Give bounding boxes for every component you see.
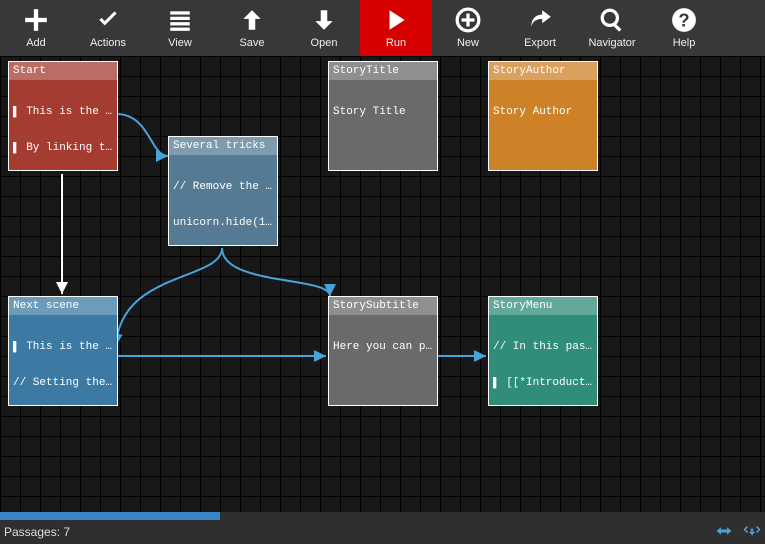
node-story-menu[interactable]: StoryMenu // In this pass… ▌ [[*Introduc…: [488, 296, 598, 406]
node-title: StoryTitle: [329, 62, 437, 80]
plus-icon: [23, 7, 49, 33]
horizontal-scrollbar[interactable]: [0, 512, 765, 520]
collapse-button[interactable]: [743, 524, 761, 541]
help-label: Help: [673, 37, 696, 49]
open-button[interactable]: Open: [288, 0, 360, 56]
scrollbar-thumb[interactable]: [0, 512, 220, 520]
vertical-scrollbar[interactable]: [755, 56, 765, 520]
new-button[interactable]: New: [432, 0, 504, 56]
status-bar: Passages: 7: [0, 520, 765, 544]
node-several-tricks[interactable]: Several tricks // Remove the s… unicorn.…: [168, 136, 278, 246]
actions-button[interactable]: Actions: [72, 0, 144, 56]
node-body: // Remove the s… unicorn.hide(10… // Sto…: [169, 155, 277, 246]
node-story-author[interactable]: StoryAuthor Story Author: [488, 61, 598, 171]
svg-text:?: ?: [678, 10, 689, 31]
arrow-up-icon: [239, 7, 265, 33]
help-button[interactable]: ? Help: [648, 0, 720, 56]
arrows-down-icon: [743, 524, 761, 538]
check-icon: [95, 7, 121, 33]
save-button[interactable]: Save: [216, 0, 288, 56]
node-body: // In this pass… ▌ [[*Introducti… // You…: [489, 315, 597, 406]
arrow-down-icon: [311, 7, 337, 33]
share-icon: [527, 7, 553, 33]
new-label: New: [457, 37, 479, 49]
node-title: StoryMenu: [489, 297, 597, 315]
run-button[interactable]: Run: [360, 0, 432, 56]
node-title: StorySubtitle: [329, 297, 437, 315]
add-button[interactable]: Add: [0, 0, 72, 56]
node-body: ▌ This is the n… // Setting the … effect…: [9, 315, 117, 406]
export-button[interactable]: Export: [504, 0, 576, 56]
passages-count: Passages: 7: [4, 525, 70, 539]
view-button[interactable]: View: [144, 0, 216, 56]
node-story-subtitle[interactable]: StorySubtitle Here you can pl…: [328, 296, 438, 406]
node-body: ▌ This is the f… ▌ By linking to… pictur…: [9, 80, 117, 171]
navigator-button[interactable]: Navigator: [576, 0, 648, 56]
node-title: Several tricks: [169, 137, 277, 155]
node-story-title[interactable]: StoryTitle Story Title: [328, 61, 438, 171]
circle-plus-icon: [455, 7, 481, 33]
expand-horizontal-button[interactable]: [715, 524, 733, 541]
node-next-scene[interactable]: Next scene ▌ This is the n… // Setting t…: [8, 296, 118, 406]
node-title: StoryAuthor: [489, 62, 597, 80]
node-title: Next scene: [9, 297, 117, 315]
open-label: Open: [311, 37, 338, 49]
node-title: Start: [9, 62, 117, 80]
search-icon: [599, 7, 625, 33]
node-body: Here you can pl…: [329, 315, 437, 379]
node-body: Story Author: [489, 80, 597, 144]
save-label: Save: [239, 37, 264, 49]
arrows-horizontal-icon: [715, 524, 733, 538]
export-label: Export: [524, 37, 556, 49]
add-label: Add: [26, 37, 46, 49]
node-start[interactable]: Start ▌ This is the f… ▌ By linking to… …: [8, 61, 118, 171]
menu-icon: [167, 7, 193, 33]
view-label: View: [168, 37, 192, 49]
play-icon: [383, 7, 409, 33]
actions-label: Actions: [90, 37, 126, 49]
help-icon: ?: [671, 7, 697, 33]
node-body: Story Title: [329, 80, 437, 144]
run-label: Run: [386, 37, 406, 49]
toolbar: Add Actions View Save Open Run New Expor…: [0, 0, 765, 56]
story-canvas[interactable]: Start ▌ This is the f… ▌ By linking to… …: [0, 56, 765, 520]
navigator-label: Navigator: [588, 37, 635, 49]
